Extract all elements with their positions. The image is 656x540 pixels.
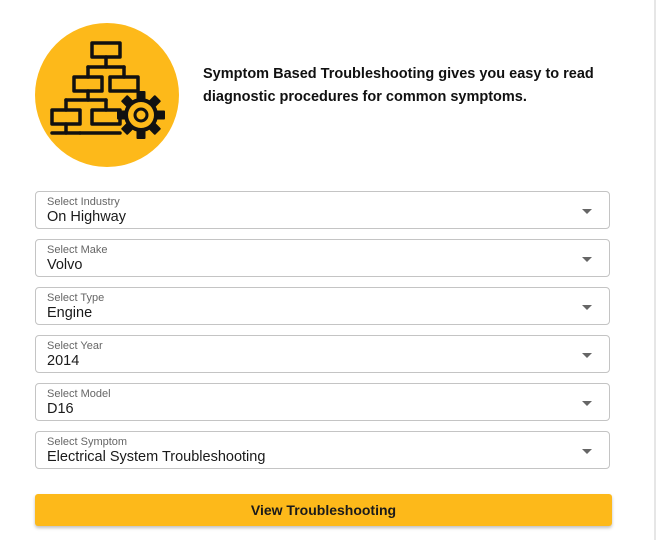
troubleshooting-page: Symptom Based Troubleshooting gives you … <box>0 0 656 540</box>
industry-select[interactable]: Select Industry On Highway <box>35 191 610 229</box>
year-select-value: 2014 <box>47 353 80 369</box>
type-select[interactable]: Select Type Engine <box>35 287 610 325</box>
make-select[interactable]: Select Make Volvo <box>35 239 610 277</box>
chevron-down-icon[interactable] <box>582 449 592 454</box>
chevron-down-icon[interactable] <box>582 401 592 406</box>
view-troubleshooting-button[interactable]: View Troubleshooting <box>35 494 612 526</box>
hero-description: Symptom Based Troubleshooting gives you … <box>203 66 594 105</box>
year-select[interactable]: Select Year 2014 <box>35 335 610 373</box>
model-select-value: D16 <box>47 401 74 417</box>
chevron-down-icon[interactable] <box>582 353 592 358</box>
type-select-value: Engine <box>47 305 93 321</box>
hero-badge <box>35 23 179 167</box>
chevron-down-icon[interactable] <box>582 209 592 214</box>
industry-select-value: On Highway <box>47 209 126 225</box>
chevron-down-icon[interactable] <box>582 305 592 310</box>
symptom-select[interactable]: Select Symptom Electrical System Trouble… <box>35 431 610 469</box>
hero-section: Symptom Based Troubleshooting gives you … <box>35 23 615 168</box>
symptom-select-value: Electrical System Troubleshooting <box>47 449 266 465</box>
make-select-value: Volvo <box>47 257 83 273</box>
chevron-down-icon[interactable] <box>582 257 592 262</box>
model-select[interactable]: Select Model D16 <box>35 383 610 421</box>
flowchart-gear-icon <box>50 41 165 139</box>
